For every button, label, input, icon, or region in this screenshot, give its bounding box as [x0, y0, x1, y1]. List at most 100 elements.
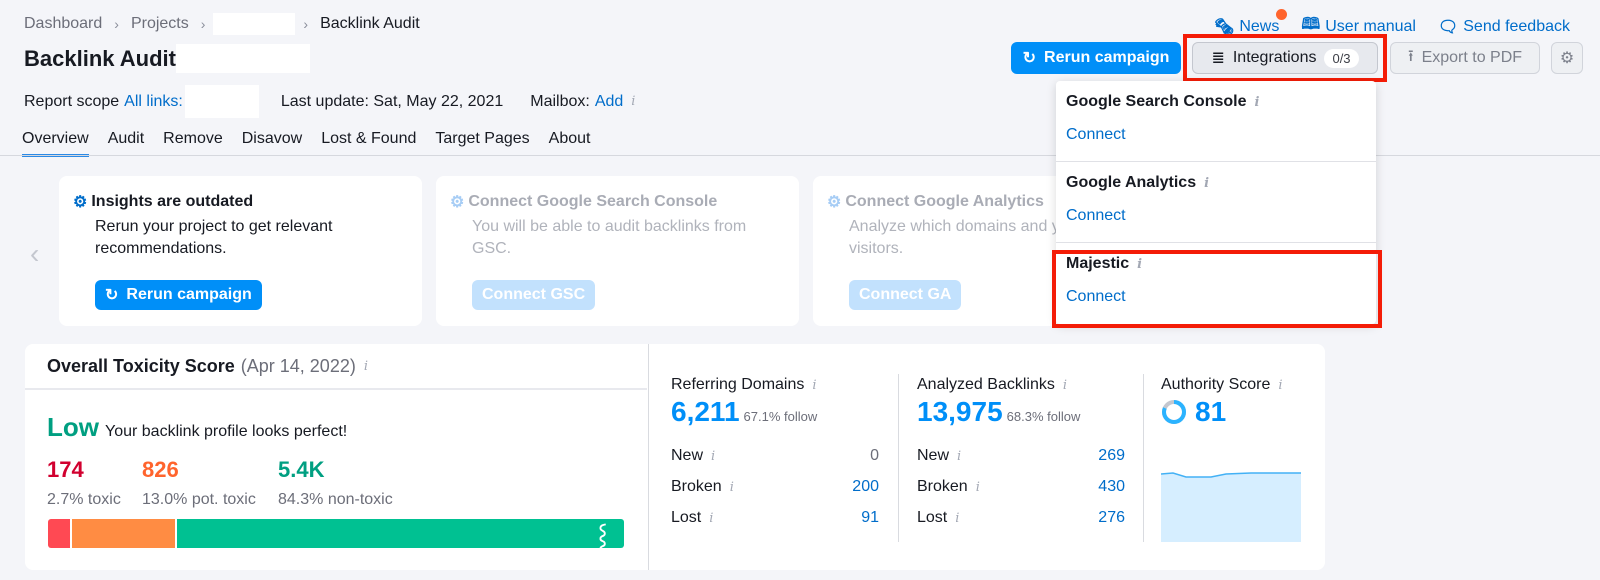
export-pdf-button[interactable]: ⭱ Export to PDF — [1390, 42, 1540, 74]
authority-score: Authority Score i 81 — [1161, 376, 1283, 428]
tab-overview[interactable]: Overview — [22, 130, 89, 157]
row-value[interactable]: 276 — [1098, 509, 1125, 527]
row-value[interactable]: 269 — [1098, 447, 1125, 465]
info-icon[interactable]: i — [1278, 378, 1282, 393]
refresh-icon: ↻ — [1022, 50, 1037, 67]
toxicity-stats: 174 2.7% toxic 826 13.0% pot. toxic 5.4K 84… — [47, 457, 393, 509]
connect-gsc-button[interactable]: Connect GSC — [472, 280, 596, 310]
info-icon[interactable]: i — [364, 359, 368, 374]
row-value[interactable]: 91 — [861, 509, 879, 527]
referring-domains-value[interactable]: 6,211 — [671, 396, 740, 428]
toxicity-bar: ⸾ — [48, 519, 624, 548]
carousel-prev-icon[interactable]: ‹ — [30, 238, 39, 270]
chevron-right-icon: › — [303, 16, 309, 32]
scope-label: Report scope — [24, 92, 120, 110]
card-rerun-button[interactable]: ↻ Rerun campaign — [95, 280, 262, 310]
row-label: Broken — [671, 477, 722, 495]
follow-percent: 67.1% follow — [743, 409, 818, 424]
redacted-project[interactable] — [213, 13, 296, 35]
page-title: Backlink Audit — [24, 44, 310, 73]
settings-button[interactable]: ⚙ — [1551, 42, 1583, 74]
connect-ga-link[interactable]: Connect — [1066, 207, 1366, 225]
row-broken: Broken i 430 — [917, 471, 1125, 502]
stat-label: 84.3% non-toxic — [278, 491, 393, 508]
breadcrumb: Dashboard › Projects › › Backlink Audit — [24, 13, 420, 35]
rerun-campaign-button[interactable]: ↻ Rerun campaign — [1011, 42, 1181, 74]
breadcrumb-projects[interactable]: Projects — [131, 15, 189, 33]
row-value[interactable]: 200 — [852, 478, 879, 496]
send-feedback-link[interactable]: 🗨 Send feedback — [1438, 13, 1570, 40]
trend-area — [1161, 473, 1301, 542]
info-icon[interactable]: i — [812, 378, 816, 393]
mailbox-add-link[interactable]: Add — [595, 93, 623, 111]
metric-label: Authority Score — [1161, 376, 1271, 393]
metric-divider — [898, 374, 899, 542]
integration-name: Google Analytics — [1066, 174, 1197, 191]
authority-trend-chart — [1161, 472, 1301, 542]
stat-pot-toxic: 826 13.0% pot. toxic — [142, 457, 278, 509]
mailbox-label: Mailbox: — [530, 92, 590, 110]
connect-ga-button[interactable]: Connect GA — [849, 280, 962, 310]
card-button-label: Rerun campaign — [126, 286, 252, 303]
metric-label: Referring Domains — [671, 376, 805, 393]
news-notification-dot — [1276, 9, 1287, 20]
tab-lost-found[interactable]: Lost & Found — [321, 130, 416, 157]
info-icon[interactable]: i — [1063, 378, 1067, 393]
stat-label: 13.0% pot. toxic — [142, 491, 256, 508]
connect-gsc-link[interactable]: Connect — [1066, 126, 1366, 144]
analyzed-backlinks-value[interactable]: 13,975 — [917, 396, 1003, 428]
page-title-text: Backlink Audit — [24, 45, 176, 71]
info-icon[interactable]: i — [976, 480, 980, 495]
tab-audit[interactable]: Audit — [108, 130, 144, 157]
report-scope: Report scope All links: Last update: Sat… — [24, 85, 635, 118]
redacted-domain — [176, 44, 310, 73]
insight-card-outdated: ⚙ Insights are outdated Rerun your projec… — [59, 176, 422, 326]
tab-target-pages[interactable]: Target Pages — [435, 130, 529, 157]
integration-name: Google Search Console — [1066, 93, 1247, 110]
stat-non-toxic: 5.4K 84.3% non-toxic — [278, 457, 393, 509]
tab-remove[interactable]: Remove — [163, 130, 223, 157]
stat-value: 826 — [142, 457, 179, 482]
toxicity-level: Low Your backlink profile looks perfect! — [47, 412, 347, 443]
rerun-label: Rerun campaign — [1044, 49, 1170, 66]
card-button-label: Connect GA — [859, 286, 952, 303]
scope-link[interactable]: All links: — [124, 93, 183, 111]
info-icon[interactable]: i — [955, 511, 959, 526]
row-value[interactable]: 430 — [1098, 478, 1125, 496]
highlight-majestic — [1052, 250, 1382, 328]
info-icon[interactable]: i — [631, 94, 635, 109]
stat-value: 5.4K — [278, 457, 325, 482]
send-feedback-label: Send feedback — [1463, 17, 1570, 35]
gear-icon: ⚙ — [827, 194, 842, 211]
follow-percent: 68.3% follow — [1006, 409, 1081, 424]
breadcrumb-dashboard[interactable]: Dashboard — [24, 15, 102, 33]
toxicity-date: (Apr 14, 2022) — [240, 355, 356, 376]
gear-icon: ⚙ — [1559, 50, 1575, 67]
card-text: Rerun your project to get relevant recom… — [95, 218, 333, 257]
toxic-segment — [48, 519, 70, 548]
card-title: Connect Google Search Console — [468, 193, 718, 210]
info-icon[interactable]: i — [957, 449, 961, 464]
row-new: New i 0 — [671, 440, 879, 471]
tab-about[interactable]: About — [549, 130, 591, 157]
info-icon[interactable]: i — [1204, 176, 1209, 191]
row-label: Lost — [671, 508, 702, 526]
stat-label: 2.7% toxic — [47, 491, 121, 508]
info-icon[interactable]: i — [709, 511, 713, 526]
breadcrumb-current: Backlink Audit — [320, 15, 420, 32]
stat-value: 174 — [47, 457, 84, 482]
chevron-right-icon: › — [200, 16, 206, 32]
authority-score-value: 81 — [1195, 396, 1227, 427]
tab-disavow[interactable]: Disavow — [242, 130, 302, 157]
row-label: New — [917, 446, 950, 464]
card-button-label: Connect GSC — [482, 286, 586, 303]
user-manual-label: User manual — [1325, 17, 1416, 35]
pot-toxic-segment — [71, 519, 176, 548]
info-icon[interactable]: i — [711, 449, 715, 464]
info-icon[interactable]: i — [730, 480, 734, 495]
card-title: Insights are outdated — [91, 193, 254, 210]
info-icon[interactable]: i — [1254, 95, 1259, 110]
scale-break-icon: ⸾ — [597, 523, 608, 548]
toxicity-header: Overall Toxicity Score (Apr 14, 2022) i — [25, 344, 647, 390]
tab-bar: Overview Audit Remove Disavow Lost & Fou… — [22, 130, 609, 157]
